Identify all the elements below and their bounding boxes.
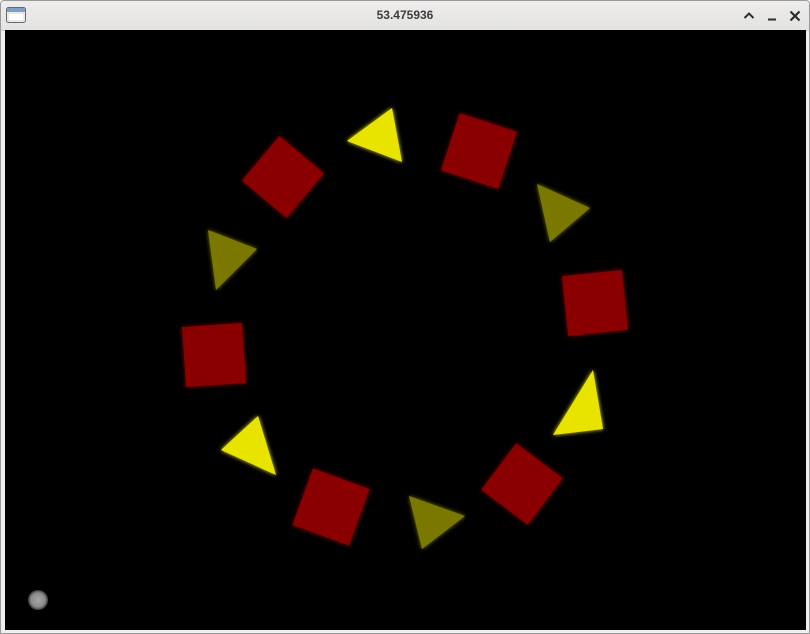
title-bar[interactable]: 53.475936 <box>1 1 809 31</box>
app-window: 53.475936 <box>0 0 810 634</box>
close-icon <box>789 10 801 22</box>
olive-triangle <box>409 496 465 549</box>
yellow-triangle <box>553 370 603 435</box>
red-square <box>242 136 324 218</box>
olive-triangle <box>537 184 590 242</box>
red-square <box>562 270 628 336</box>
cursor-dot <box>28 590 48 610</box>
chevron-up-icon <box>743 12 755 19</box>
scene-svg <box>28 108 628 610</box>
minimize-icon <box>768 18 776 21</box>
red-square <box>181 322 247 388</box>
red-square <box>441 113 517 189</box>
yellow-triangle <box>347 108 402 162</box>
game-canvas[interactable] <box>5 30 806 630</box>
window-title: 53.475936 <box>376 8 434 22</box>
minimize-button[interactable] <box>763 7 781 25</box>
olive-triangle <box>208 230 257 290</box>
maximize-button[interactable] <box>740 7 758 25</box>
close-button[interactable] <box>786 7 804 25</box>
yellow-triangle <box>221 416 276 475</box>
red-square <box>292 468 370 546</box>
red-square <box>481 443 563 525</box>
